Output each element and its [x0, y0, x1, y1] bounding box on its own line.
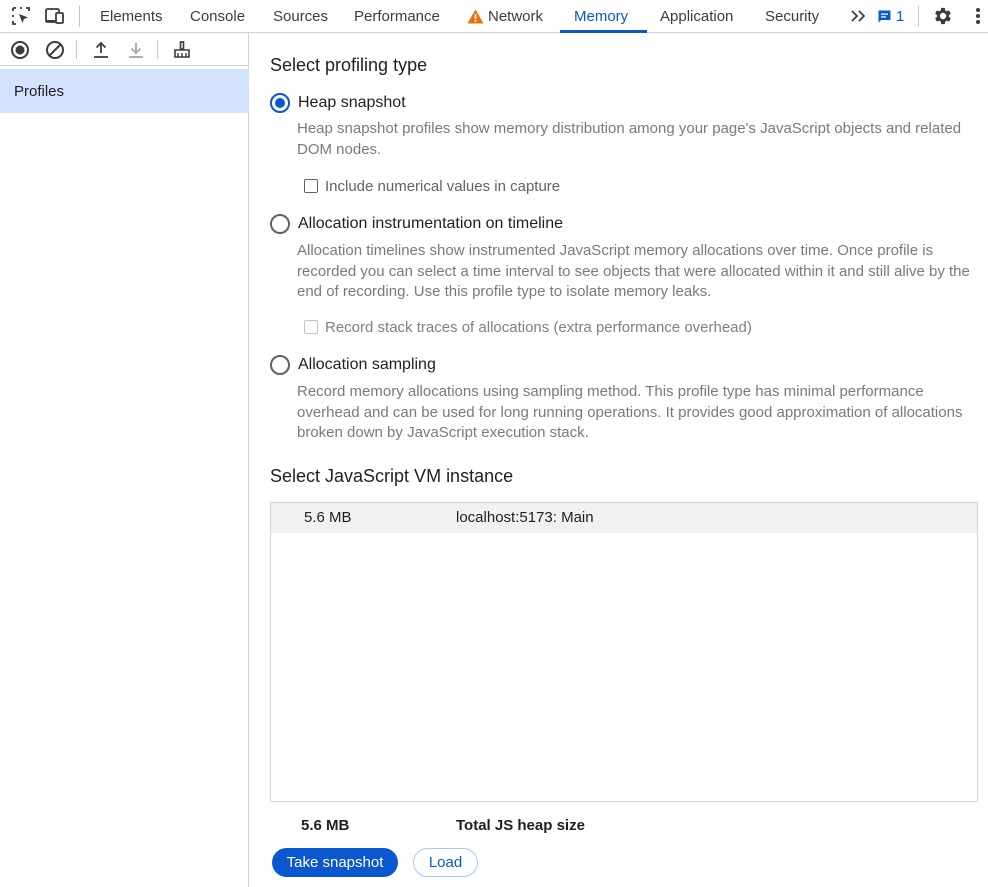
toolbar-divider: [157, 40, 158, 59]
tab-performance[interactable]: Performance: [354, 0, 440, 33]
radio-allocation-sampling[interactable]: Allocation sampling: [270, 354, 436, 376]
devtools-tab-bar: Elements Console Sources Performance Net…: [0, 0, 988, 33]
checkbox-record-stack-traces: Record stack traces of allocations (extr…: [304, 318, 752, 336]
list-item[interactable]: 5.6 MB localhost:5173: Main: [271, 503, 977, 533]
tab-memory[interactable]: Memory: [574, 0, 628, 33]
sidebar-item-profiles[interactable]: Profiles: [0, 69, 249, 113]
issues-count: 1: [896, 7, 905, 25]
heap-snapshot-description: Heap snapshot profiles show memory distr…: [297, 120, 962, 158]
allocation-sampling-description: Record memory allocations using sampling…: [297, 383, 963, 441]
radio-heap-snapshot[interactable]: Heap snapshot: [270, 92, 406, 114]
toolbar-divider: [76, 40, 77, 59]
take-snapshot-button[interactable]: Take snapshot: [272, 848, 398, 877]
gear-icon[interactable]: [931, 5, 955, 27]
device-toolbar-icon[interactable]: [43, 5, 67, 27]
radio-allocation-timeline[interactable]: Allocation instrumentation on timeline: [270, 213, 563, 235]
total-heap-size-label: Total JS heap size: [456, 817, 585, 834]
radio-button[interactable]: [270, 355, 290, 375]
record-icon[interactable]: [8, 38, 32, 62]
tab-security[interactable]: Security: [765, 0, 819, 33]
message-icon: [877, 9, 892, 24]
kebab-menu-icon[interactable]: [966, 5, 988, 27]
profiling-type-title: Select profiling type: [270, 55, 428, 75]
radio-button[interactable]: [270, 93, 290, 113]
memory-panel: Select profiling type Heap snapshot Heap…: [250, 33, 988, 887]
chevron-double-right-icon[interactable]: [847, 5, 871, 27]
tab-application[interactable]: Application: [660, 0, 733, 33]
vm-instance-name: localhost:5173: Main: [456, 509, 594, 526]
upload-icon[interactable]: [89, 38, 113, 62]
allocation-timeline-description: Allocation timelines show instrumented J…: [297, 242, 970, 300]
total-heap-size-value: 5.6 MB: [301, 817, 350, 834]
tab-elements[interactable]: Elements: [100, 0, 163, 33]
vm-heap-size: 5.6 MB: [304, 509, 352, 526]
load-button[interactable]: Load: [413, 848, 478, 877]
tab-sources[interactable]: Sources: [273, 0, 328, 33]
checkbox-include-numerical-values[interactable]: Include numerical values in capture: [304, 177, 560, 195]
tab-network[interactable]: Network: [467, 0, 543, 33]
download-icon[interactable]: [124, 38, 148, 62]
inspect-element-icon[interactable]: [9, 5, 33, 27]
garbage-collect-icon[interactable]: [170, 38, 194, 62]
profiles-sidebar: Profiles: [0, 33, 249, 887]
vm-instance-list: 5.6 MB localhost:5173: Main: [270, 502, 978, 802]
vm-instance-title: Select JavaScript VM instance: [270, 466, 514, 486]
toolbar-divider: [918, 6, 919, 27]
issues-counter[interactable]: 1: [877, 5, 904, 27]
checkbox[interactable]: [304, 179, 318, 193]
toolbar-divider: [79, 6, 80, 27]
sidebar-toolbar: [0, 33, 249, 66]
clear-icon[interactable]: [43, 38, 67, 62]
warning-icon: [467, 9, 484, 24]
checkbox: [304, 320, 318, 334]
radio-button[interactable]: [270, 214, 290, 234]
tab-console[interactable]: Console: [190, 0, 245, 33]
